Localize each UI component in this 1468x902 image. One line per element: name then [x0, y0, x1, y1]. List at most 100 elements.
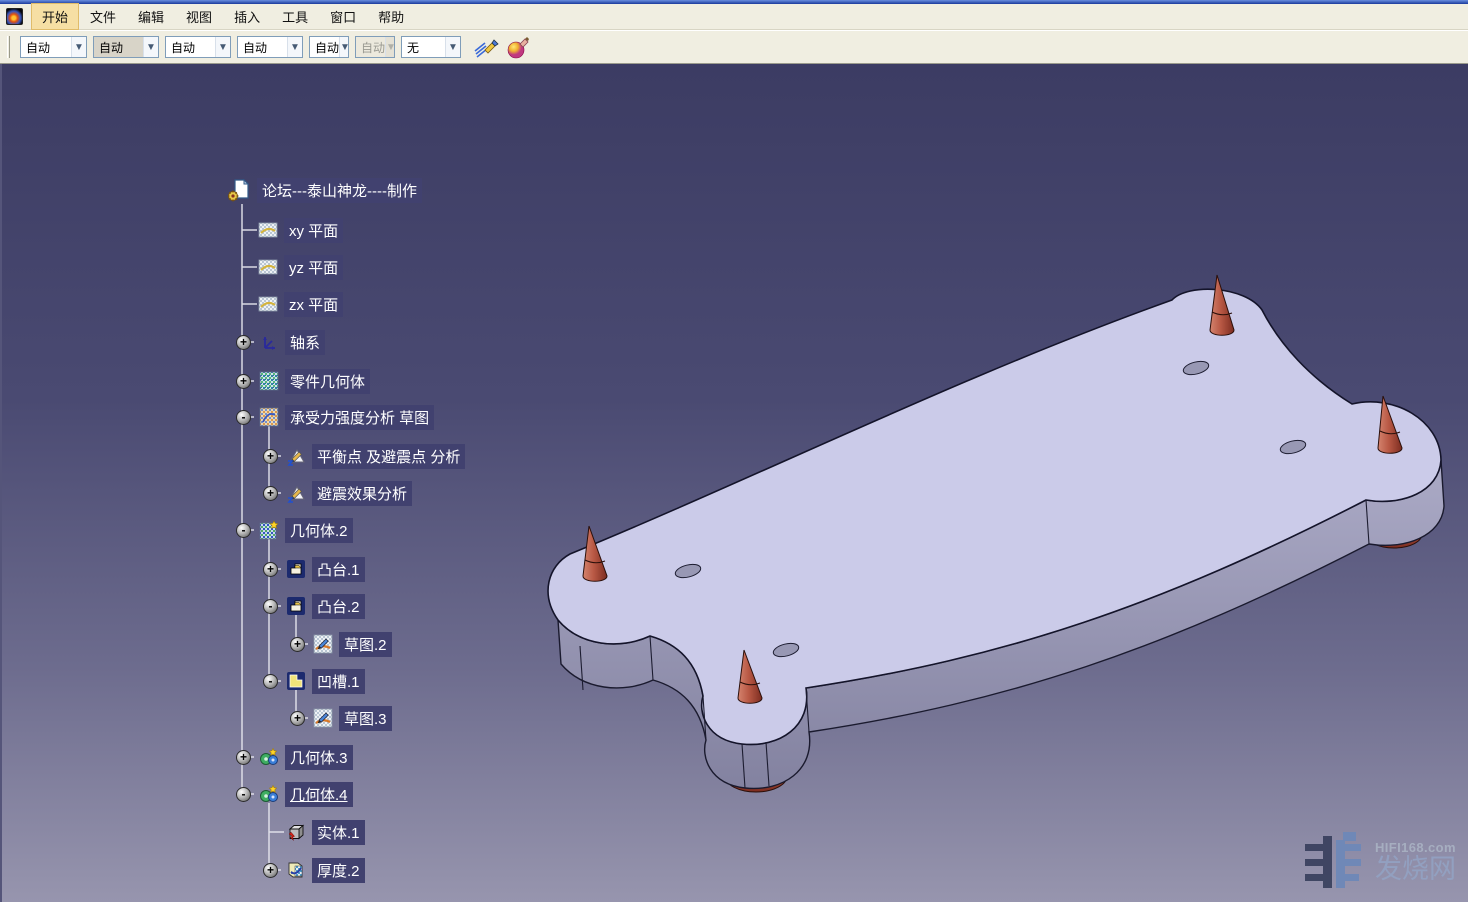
tree-item-label[interactable]: 避震效果分析 — [312, 481, 412, 506]
tree-item-label[interactable]: 凹槽.1 — [312, 669, 365, 694]
menu-item-start[interactable]: 开始 — [31, 3, 79, 30]
combo-value: 无 — [407, 39, 419, 56]
tree-item-thickness-2[interactable]: + 厚度.2 — [263, 858, 365, 882]
expander-icon[interactable]: - — [263, 599, 278, 614]
chevron-down-icon[interactable]: ▼ — [71, 37, 86, 57]
expander-icon[interactable]: + — [290, 711, 305, 726]
tree-item-label[interactable]: 草图.2 — [339, 632, 392, 657]
tree-item-body-4[interactable]: - 几何体.4 — [236, 782, 353, 806]
expander-icon[interactable]: - — [236, 523, 251, 538]
tree-item-label[interactable]: 承受力强度分析 草图 — [285, 405, 434, 430]
toolbar-grip[interactable] — [7, 36, 10, 58]
tree-item-label[interactable]: 厚度.2 — [312, 858, 365, 883]
tree-item-label[interactable]: 凸台.2 — [312, 594, 365, 619]
tree-item-root[interactable]: 论坛---泰山神龙----制作 — [228, 178, 422, 202]
tree-item-label[interactable]: zx 平面 — [284, 292, 343, 317]
expander-icon[interactable]: - — [236, 787, 251, 802]
menu-item-help[interactable]: 帮助 — [367, 3, 415, 30]
expander-icon[interactable]: + — [263, 863, 278, 878]
tree-item-balance-analysis[interactable]: + 平衡点 及避震点 分析 — [263, 444, 465, 468]
partbody-icon — [259, 371, 279, 391]
combo-value: 自动 — [315, 39, 339, 56]
tree-item-label[interactable]: yz 平面 — [284, 255, 343, 280]
chevron-down-icon[interactable]: ▼ — [339, 37, 349, 57]
sketch-icon — [313, 634, 333, 654]
tree-item-body-3[interactable]: + 几何体.3 — [236, 745, 353, 769]
body-star-icon — [259, 520, 279, 540]
tree-item-pad-1[interactable]: + 凸台.1 — [263, 557, 365, 581]
fill-color-combo[interactable]: 自动 ▼ — [20, 36, 87, 58]
opacity-combo[interactable]: 自动 ▼ — [93, 36, 159, 58]
thickness-icon — [286, 860, 306, 880]
tree-item-yz-plane[interactable]: yz 平面 — [258, 255, 343, 279]
tree-item-analysis-sketch-body[interactable]: - 承受力强度分析 草图 — [236, 405, 434, 429]
tree-item-xy-plane[interactable]: xy 平面 — [258, 218, 343, 242]
menu-item-edit[interactable]: 编辑 — [127, 3, 175, 30]
gears-star-icon — [259, 784, 279, 804]
chevron-down-icon: ▼ — [385, 37, 395, 57]
tree-item-label[interactable]: 零件几何体 — [285, 369, 370, 394]
tree-item-label[interactable]: 轴系 — [285, 330, 325, 355]
sphere-paint-icon[interactable] — [505, 34, 531, 60]
tree-item-label[interactable]: 实体.1 — [312, 820, 365, 845]
expander-icon[interactable]: - — [236, 410, 251, 425]
expander-icon[interactable]: + — [236, 374, 251, 389]
expander-icon[interactable]: + — [263, 486, 278, 501]
sketch-analysis-icon — [286, 483, 306, 503]
chevron-down-icon[interactable]: ▼ — [287, 37, 302, 57]
app-icon[interactable] — [6, 8, 23, 25]
sketch-icon — [313, 708, 333, 728]
line-type-combo[interactable]: 自动 ▼ — [237, 36, 303, 58]
tree-item-solid-1[interactable]: 实体.1 — [286, 820, 365, 844]
menu-item-file[interactable]: 文件 — [79, 3, 127, 30]
hifi168-logo-icon — [1300, 832, 1366, 892]
tree-item-pad-2[interactable]: - 凸台.2 — [263, 594, 365, 618]
tree-item-label[interactable]: 几何体.4 — [285, 782, 353, 807]
menu-item-view[interactable]: 视图 — [175, 3, 223, 30]
tree-item-zx-plane[interactable]: zx 平面 — [258, 292, 343, 316]
line-weight-combo[interactable]: 自动 ▼ — [309, 36, 349, 58]
expander-icon[interactable]: + — [290, 637, 305, 652]
combo-value: 自动 — [171, 39, 195, 56]
plane-icon — [258, 257, 278, 277]
tree-item-partbody[interactable]: + 零件几何体 — [236, 369, 370, 393]
expander-icon[interactable]: - — [263, 674, 278, 689]
tree-item-damping-analysis[interactable]: + 避震效果分析 — [263, 481, 412, 505]
watermark: HIFI168.com 发烧网 — [1300, 832, 1456, 892]
tree-item-axis-system[interactable]: + 轴系 — [236, 330, 325, 354]
expander-icon[interactable]: + — [263, 449, 278, 464]
expander-icon[interactable]: + — [236, 750, 251, 765]
plane-icon — [258, 220, 278, 240]
tree-item-sketch-2[interactable]: + 草图.2 — [290, 632, 392, 656]
chevron-down-icon[interactable]: ▼ — [215, 37, 230, 57]
tree-item-label[interactable]: 平衡点 及避震点 分析 — [312, 444, 465, 469]
application-window: 开始 文件 编辑 视图 插入 工具 窗口 帮助 自动 ▼ 自动 ▼ 自动 ▼ 自… — [0, 0, 1468, 902]
pad-icon — [286, 559, 306, 579]
expander-icon[interactable]: + — [236, 335, 251, 350]
gears-star-icon — [259, 747, 279, 767]
tree-item-pocket-1[interactable]: - 凹槽.1 — [263, 669, 365, 693]
tree-item-body-2[interactable]: - 几何体.2 — [236, 518, 353, 542]
menu-item-window[interactable]: 窗口 — [319, 3, 367, 30]
expander-icon[interactable]: + — [263, 562, 278, 577]
menu-item-tools[interactable]: 工具 — [271, 3, 319, 30]
layer-combo[interactable]: 无 ▼ — [401, 36, 461, 58]
3d-viewport[interactable] — [0, 64, 1468, 902]
graphic-properties-toolbar: 自动 ▼ 自动 ▼ 自动 ▼ 自动 ▼ 自动 ▼ 自动 ▼ 无 ▼ — [0, 30, 1468, 64]
paintbrush-icon[interactable] — [473, 34, 499, 60]
line-color-combo[interactable]: 自动 ▼ — [165, 36, 231, 58]
chevron-down-icon[interactable]: ▼ — [143, 37, 158, 57]
menu-bar: 开始 文件 编辑 视图 插入 工具 窗口 帮助 — [0, 4, 1468, 30]
tree-item-label[interactable]: 几何体.3 — [285, 745, 353, 770]
analysis-body-icon — [259, 407, 279, 427]
tree-item-label[interactable]: xy 平面 — [284, 218, 343, 243]
tree-item-sketch-3[interactable]: + 草图.3 — [290, 706, 392, 730]
tree-item-label[interactable]: 草图.3 — [339, 706, 392, 731]
tree-item-label[interactable]: 凸台.1 — [312, 557, 365, 582]
watermark-site: HIFI168.com — [1375, 841, 1456, 855]
pocket-icon — [286, 671, 306, 691]
tree-item-label[interactable]: 几何体.2 — [285, 518, 353, 543]
tree-item-label[interactable]: 论坛---泰山神龙----制作 — [257, 178, 422, 203]
chevron-down-icon[interactable]: ▼ — [445, 37, 460, 57]
menu-item-insert[interactable]: 插入 — [223, 3, 271, 30]
